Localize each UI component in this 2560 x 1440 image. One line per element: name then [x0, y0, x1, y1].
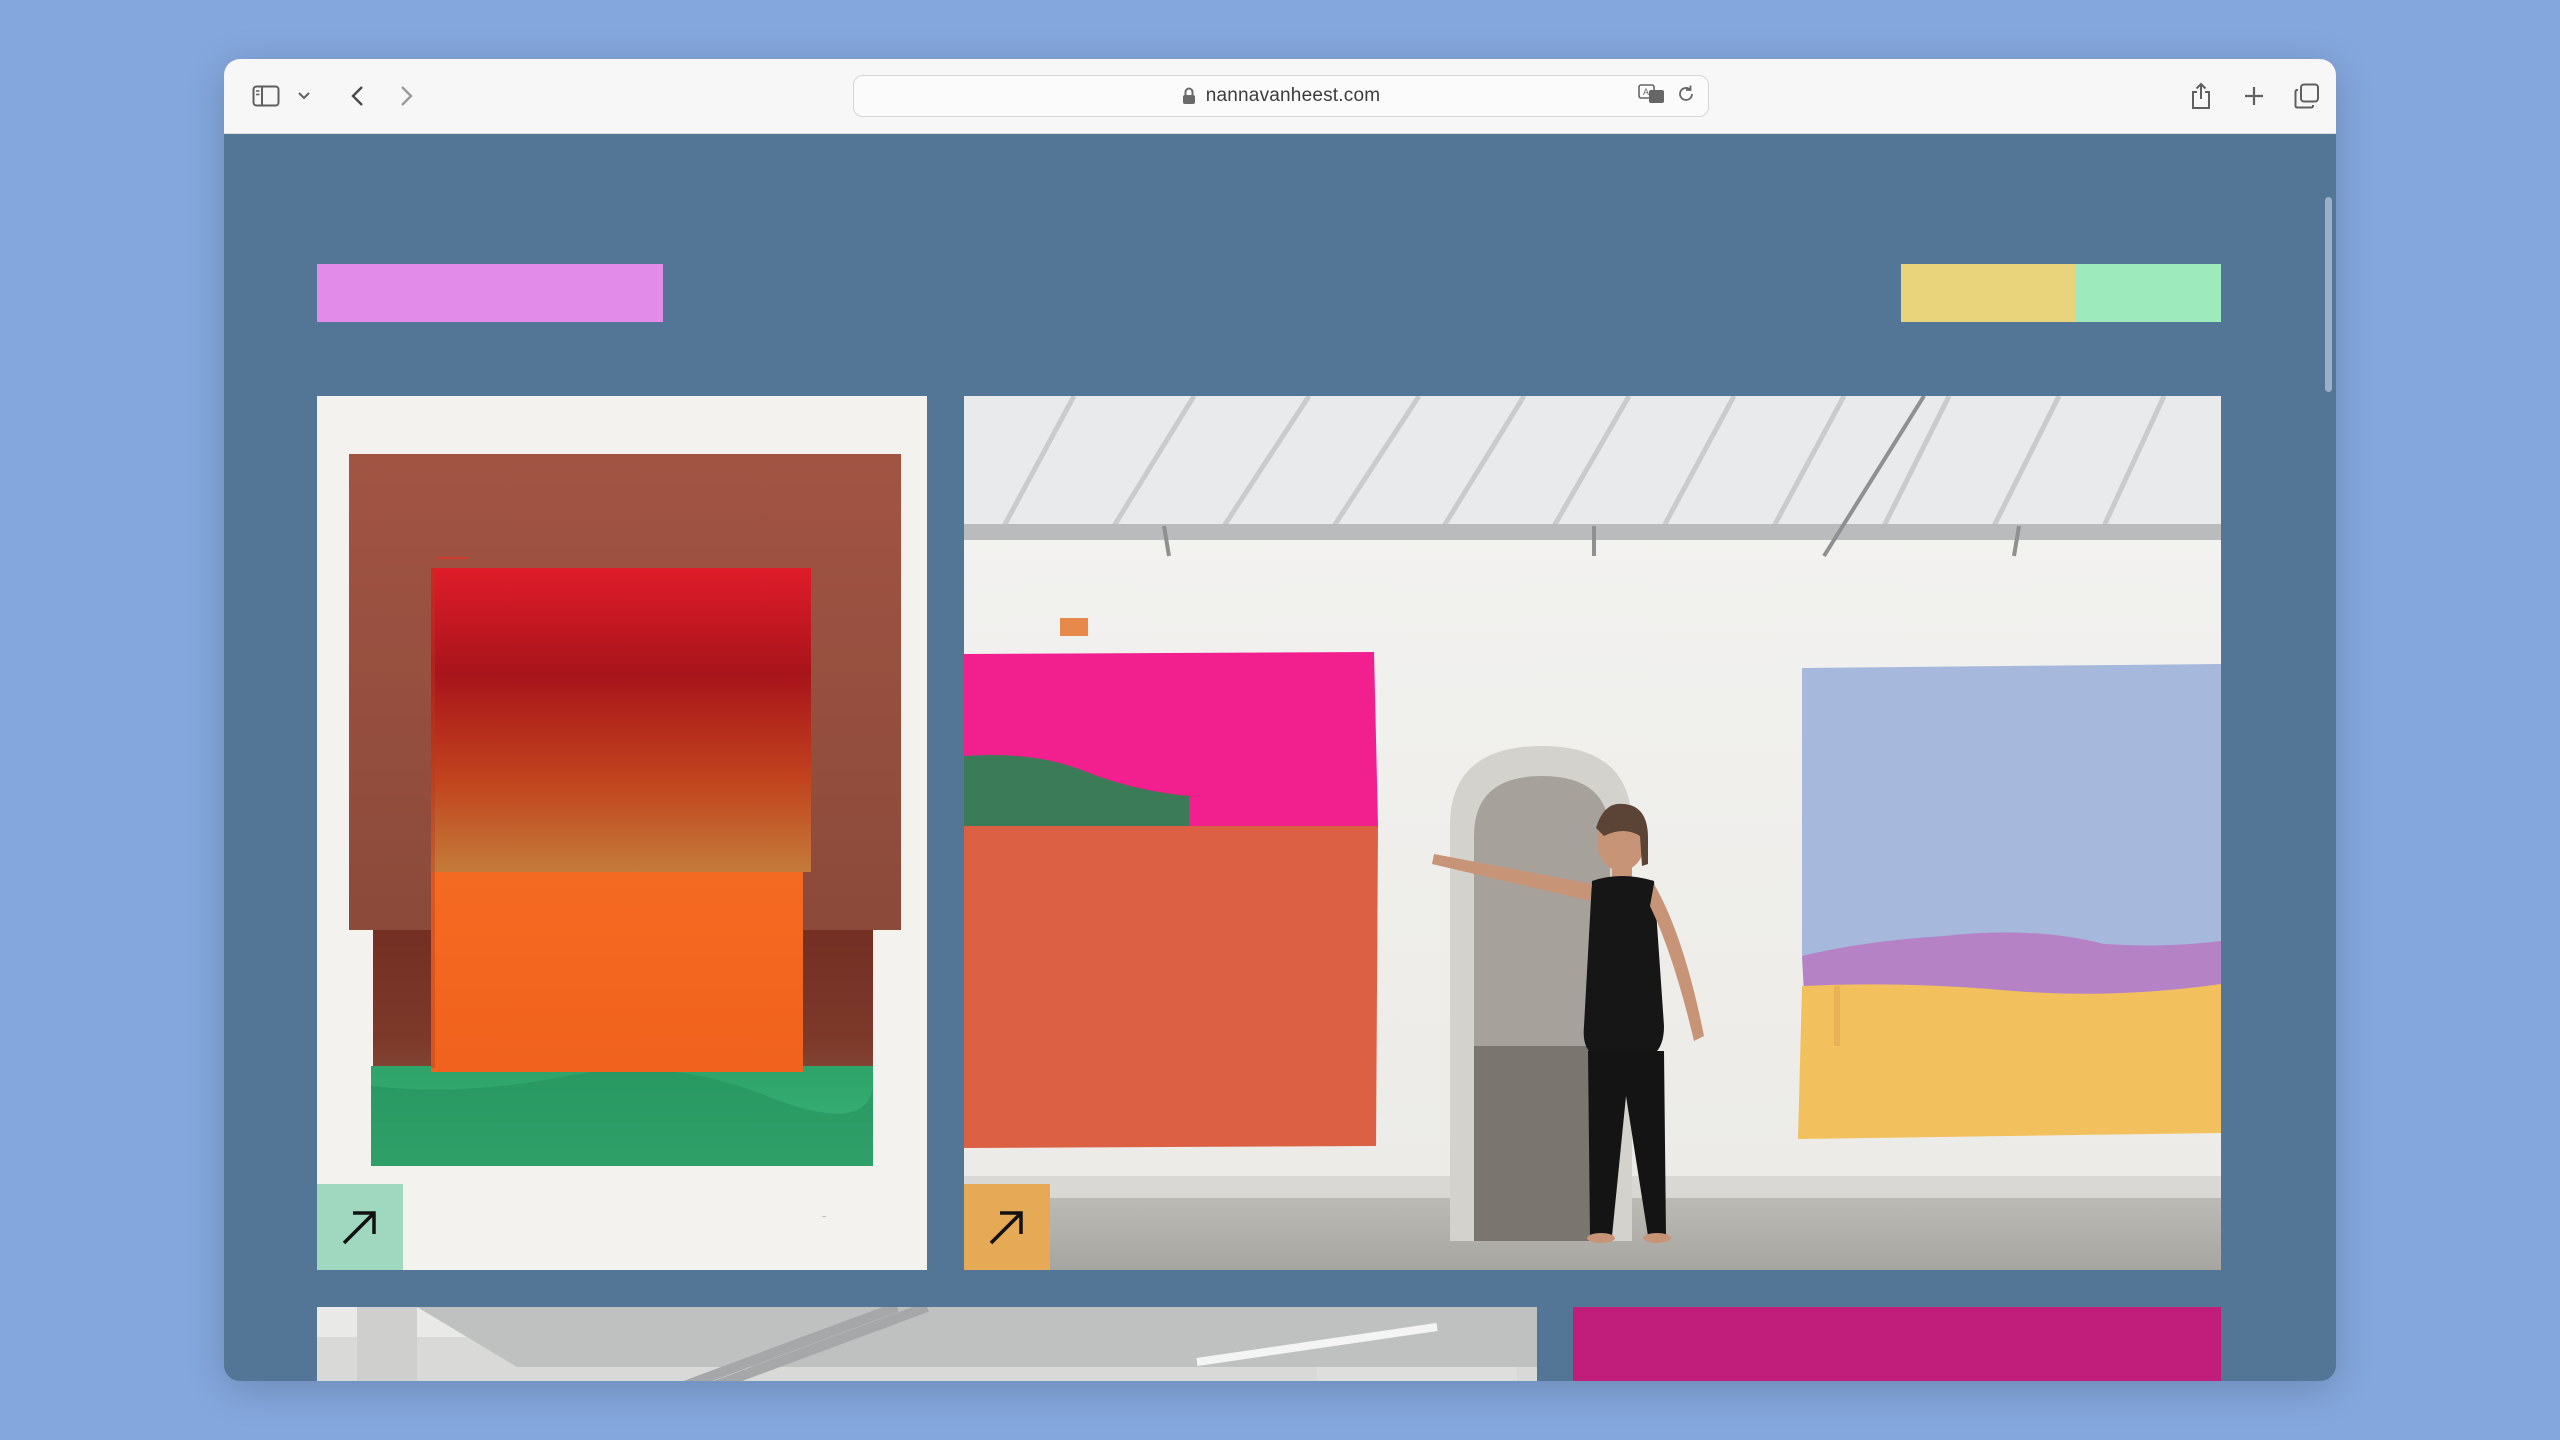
open-studio-button[interactable] — [964, 1184, 1050, 1270]
studio-wide-image — [317, 1307, 1537, 1381]
artwork-card-painting[interactable]: ~ — [317, 396, 927, 1270]
arrow-up-right-icon — [340, 1207, 380, 1247]
share-icon[interactable] — [2186, 77, 2216, 115]
menu-button-mint[interactable] — [2075, 264, 2221, 322]
arrow-up-right-icon — [987, 1207, 1027, 1247]
plus-icon[interactable] — [2239, 77, 2269, 115]
forward-icon[interactable] — [392, 77, 422, 115]
translate-icon[interactable]: A — [1638, 83, 1666, 109]
chevron-down-icon[interactable] — [294, 77, 314, 115]
artwork-card-magenta[interactable] — [1573, 1307, 2221, 1381]
svg-text:A: A — [1643, 87, 1649, 97]
scrollbar[interactable] — [2325, 197, 2332, 392]
page-content: ~ — [224, 134, 2336, 1381]
url-text: nannavanheest.com — [1205, 85, 1381, 106]
reload-icon[interactable] — [1676, 84, 1696, 109]
lock-icon — [1182, 87, 1196, 105]
magenta-painting-image — [1573, 1307, 2221, 1381]
artwork-card-studio-wide[interactable] — [317, 1307, 1537, 1381]
browser-toolbar: nannavanheest.com A — [224, 59, 2336, 134]
browser-window: nannavanheest.com A ~ — [224, 59, 2336, 1381]
menu-button-yellow[interactable] — [1901, 264, 2075, 322]
artwork-card-studio[interactable] — [964, 396, 2221, 1270]
tabs-icon[interactable] — [2292, 77, 2322, 115]
painting-image: ~ — [317, 396, 927, 1270]
studio-image — [964, 396, 2221, 1270]
open-artwork-button[interactable] — [317, 1184, 403, 1270]
back-icon[interactable] — [342, 77, 372, 115]
site-logo-bar[interactable] — [317, 264, 663, 322]
address-bar[interactable]: nannavanheest.com A — [853, 75, 1709, 117]
svg-text:~: ~ — [822, 1214, 826, 1221]
sidebar-icon[interactable] — [246, 77, 286, 115]
